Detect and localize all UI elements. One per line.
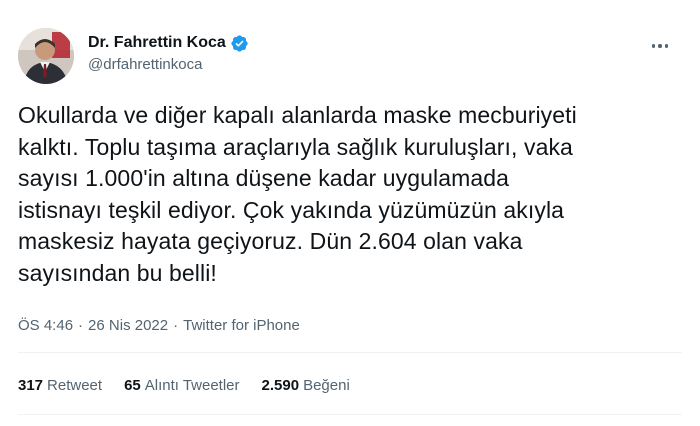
- author-handle[interactable]: @drfahrettinkoca: [88, 56, 249, 73]
- avatar-photo-icon: [18, 28, 74, 84]
- tweet-source[interactable]: Twitter for iPhone: [183, 317, 300, 334]
- retweets-count: 317: [18, 377, 44, 394]
- author-names: Dr. Fahrettin Koca @drfahrettinkoca: [88, 32, 249, 73]
- retweets-label: Retweet: [47, 377, 103, 394]
- meta-separator: ·: [78, 317, 84, 334]
- likes-count: 2.590: [261, 377, 300, 394]
- quotes-count: 65: [124, 377, 141, 394]
- display-name-row: Dr. Fahrettin Koca: [88, 32, 249, 54]
- verified-badge-icon: [230, 34, 249, 53]
- divider: [18, 414, 682, 415]
- tweet-text: Okullarda ve diğer kapalı alanlarda mask…: [18, 102, 577, 286]
- author-display-name[interactable]: Dr. Fahrettin Koca: [88, 34, 226, 52]
- quotes-label: Alıntı Tweetler: [144, 377, 240, 394]
- tweet-card: Dr. Fahrettin Koca @drfahrettinkoca Okul…: [0, 0, 700, 426]
- quotes-stat[interactable]: 65 Alıntı Tweetler: [124, 377, 239, 394]
- avatar[interactable]: [18, 28, 74, 84]
- tweet-meta: ÖS 4:46 · 26 Nis 2022 · Twitter for iPho…: [18, 317, 300, 334]
- tweet-time[interactable]: ÖS 4:46: [18, 317, 73, 334]
- tweet-header: Dr. Fahrettin Koca @drfahrettinkoca: [18, 28, 682, 84]
- meta-separator: ·: [173, 317, 179, 334]
- tweet-date[interactable]: 26 Nis 2022: [88, 317, 168, 334]
- likes-label: Beğeni: [303, 377, 350, 394]
- tweet-stats: 317 Retweet 65 Alıntı Tweetler 2.590 Beğ…: [18, 377, 372, 394]
- retweets-stat[interactable]: 317 Retweet: [18, 377, 102, 394]
- divider: [18, 352, 682, 353]
- more-options-icon[interactable]: [648, 36, 672, 56]
- likes-stat[interactable]: 2.590 Beğeni: [262, 377, 350, 394]
